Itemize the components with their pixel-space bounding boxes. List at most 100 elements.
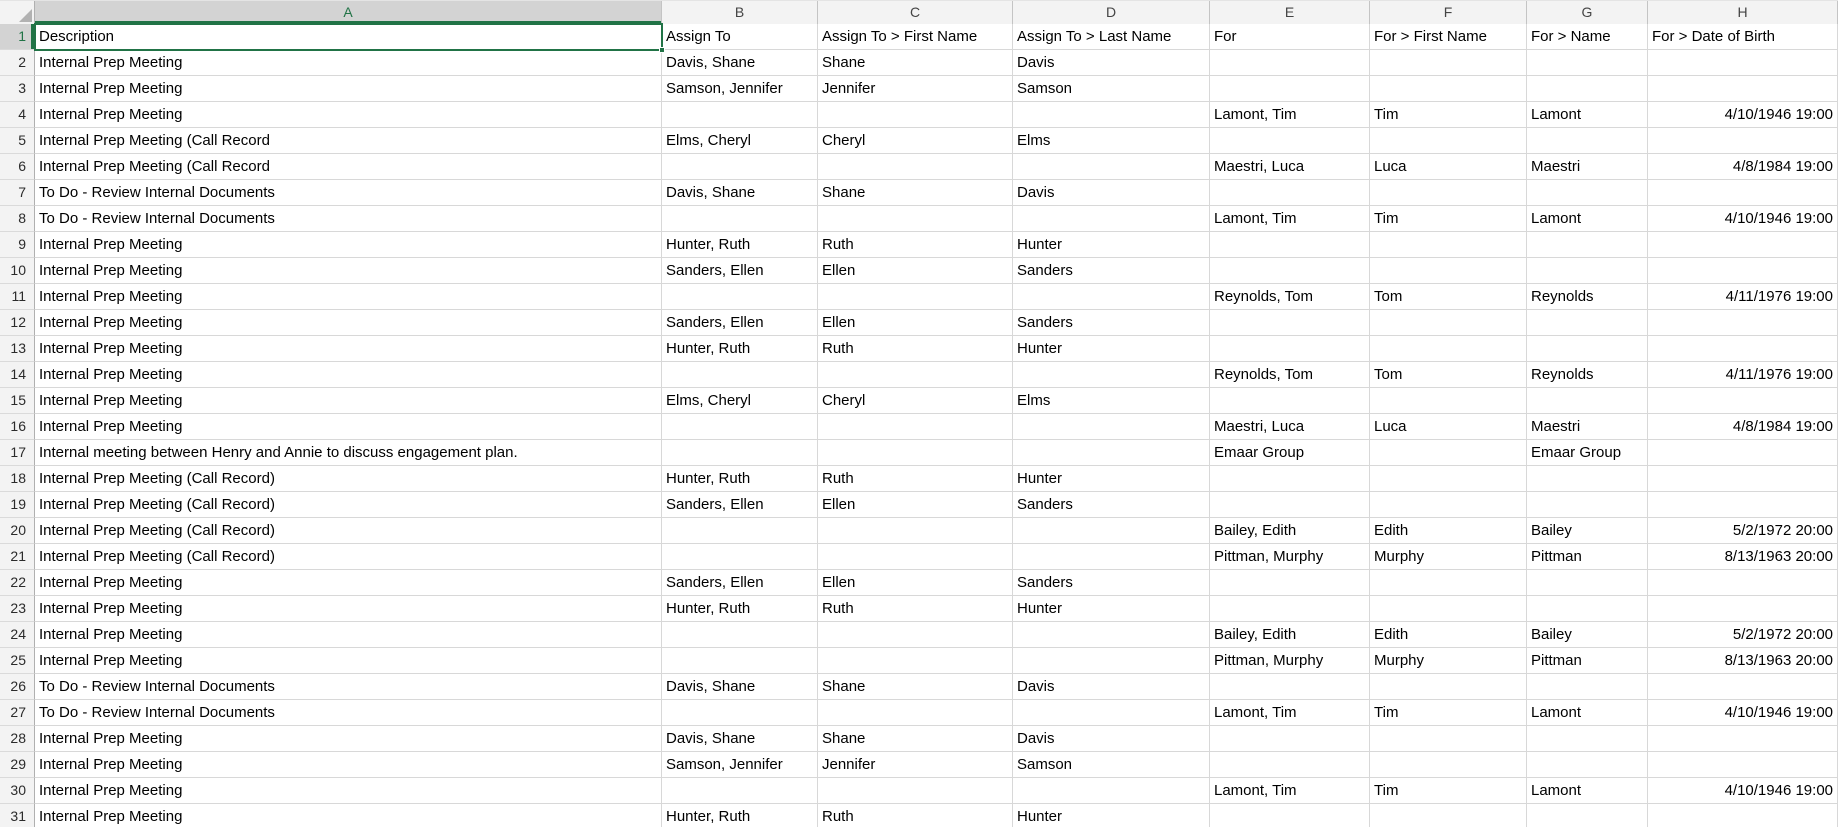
cell-A6[interactable]: Internal Prep Meeting (Call Record: [35, 154, 662, 180]
cell-F31[interactable]: [1370, 804, 1527, 827]
cell-D6[interactable]: [1013, 154, 1210, 180]
row-header-13[interactable]: 13: [0, 336, 35, 362]
cell-E7[interactable]: [1210, 180, 1370, 206]
cell-D1[interactable]: Assign To > Last Name: [1013, 24, 1210, 50]
cell-A20[interactable]: Internal Prep Meeting (Call Record): [35, 518, 662, 544]
cell-C31[interactable]: Ruth: [818, 804, 1013, 827]
cell-G30[interactable]: Lamont: [1527, 778, 1648, 804]
cell-B19[interactable]: Sanders, Ellen: [662, 492, 818, 518]
cell-D18[interactable]: Hunter: [1013, 466, 1210, 492]
cell-G29[interactable]: [1527, 752, 1648, 778]
cell-H22[interactable]: [1648, 570, 1838, 596]
cell-G21[interactable]: Pittman: [1527, 544, 1648, 570]
row-header-20[interactable]: 20: [0, 518, 35, 544]
cell-H18[interactable]: [1648, 466, 1838, 492]
cell-G31[interactable]: [1527, 804, 1648, 827]
cell-G25[interactable]: Pittman: [1527, 648, 1648, 674]
cell-G17[interactable]: Emaar Group: [1527, 440, 1648, 466]
cell-D14[interactable]: [1013, 362, 1210, 388]
cell-H6[interactable]: 4/8/1984 19:00: [1648, 154, 1838, 180]
row-header-4[interactable]: 4: [0, 102, 35, 128]
cell-H12[interactable]: [1648, 310, 1838, 336]
cell-F29[interactable]: [1370, 752, 1527, 778]
cell-E13[interactable]: [1210, 336, 1370, 362]
cell-D26[interactable]: Davis: [1013, 674, 1210, 700]
cell-G9[interactable]: [1527, 232, 1648, 258]
cell-B24[interactable]: [662, 622, 818, 648]
cell-F5[interactable]: [1370, 128, 1527, 154]
cell-H5[interactable]: [1648, 128, 1838, 154]
cell-A7[interactable]: To Do - Review Internal Documents: [35, 180, 662, 206]
cell-H29[interactable]: [1648, 752, 1838, 778]
cell-A12[interactable]: Internal Prep Meeting: [35, 310, 662, 336]
select-all-corner[interactable]: [0, 1, 35, 25]
cell-G19[interactable]: [1527, 492, 1648, 518]
cell-E14[interactable]: Reynolds, Tom: [1210, 362, 1370, 388]
cell-D31[interactable]: Hunter: [1013, 804, 1210, 827]
cell-H11[interactable]: 4/11/1976 19:00: [1648, 284, 1838, 310]
cell-C4[interactable]: [818, 102, 1013, 128]
cell-D7[interactable]: Davis: [1013, 180, 1210, 206]
cell-C16[interactable]: [818, 414, 1013, 440]
cell-F25[interactable]: Murphy: [1370, 648, 1527, 674]
cell-C7[interactable]: Shane: [818, 180, 1013, 206]
column-header-C[interactable]: C: [818, 1, 1013, 25]
row-header-31[interactable]: 31: [0, 804, 35, 827]
cell-F4[interactable]: Tim: [1370, 102, 1527, 128]
cell-B14[interactable]: [662, 362, 818, 388]
cell-B21[interactable]: [662, 544, 818, 570]
cell-D8[interactable]: [1013, 206, 1210, 232]
cell-F19[interactable]: [1370, 492, 1527, 518]
cell-B2[interactable]: Davis, Shane: [662, 50, 818, 76]
cell-G18[interactable]: [1527, 466, 1648, 492]
cell-E6[interactable]: Maestri, Luca: [1210, 154, 1370, 180]
cell-B28[interactable]: Davis, Shane: [662, 726, 818, 752]
cell-C19[interactable]: Ellen: [818, 492, 1013, 518]
cell-E8[interactable]: Lamont, Tim: [1210, 206, 1370, 232]
cell-F7[interactable]: [1370, 180, 1527, 206]
cell-D21[interactable]: [1013, 544, 1210, 570]
row-header-5[interactable]: 5: [0, 128, 35, 154]
cell-A21[interactable]: Internal Prep Meeting (Call Record): [35, 544, 662, 570]
cell-A4[interactable]: Internal Prep Meeting: [35, 102, 662, 128]
cell-F3[interactable]: [1370, 76, 1527, 102]
cell-F1[interactable]: For > First Name: [1370, 24, 1527, 50]
row-header-3[interactable]: 3: [0, 76, 35, 102]
cell-E10[interactable]: [1210, 258, 1370, 284]
cell-F23[interactable]: [1370, 596, 1527, 622]
cell-A3[interactable]: Internal Prep Meeting: [35, 76, 662, 102]
row-header-11[interactable]: 11: [0, 284, 35, 310]
cell-B20[interactable]: [662, 518, 818, 544]
cell-C10[interactable]: Ellen: [818, 258, 1013, 284]
cell-E19[interactable]: [1210, 492, 1370, 518]
cell-H9[interactable]: [1648, 232, 1838, 258]
cell-B6[interactable]: [662, 154, 818, 180]
cell-E17[interactable]: Emaar Group: [1210, 440, 1370, 466]
cell-A23[interactable]: Internal Prep Meeting: [35, 596, 662, 622]
cell-G16[interactable]: Maestri: [1527, 414, 1648, 440]
cell-D17[interactable]: [1013, 440, 1210, 466]
cell-H24[interactable]: 5/2/1972 20:00: [1648, 622, 1838, 648]
cell-C29[interactable]: Jennifer: [818, 752, 1013, 778]
cell-E3[interactable]: [1210, 76, 1370, 102]
cell-E25[interactable]: Pittman, Murphy: [1210, 648, 1370, 674]
cell-G8[interactable]: Lamont: [1527, 206, 1648, 232]
cell-G15[interactable]: [1527, 388, 1648, 414]
cell-C8[interactable]: [818, 206, 1013, 232]
cell-B15[interactable]: Elms, Cheryl: [662, 388, 818, 414]
cell-E18[interactable]: [1210, 466, 1370, 492]
cell-B12[interactable]: Sanders, Ellen: [662, 310, 818, 336]
cell-C13[interactable]: Ruth: [818, 336, 1013, 362]
cell-A26[interactable]: To Do - Review Internal Documents: [35, 674, 662, 700]
cell-C25[interactable]: [818, 648, 1013, 674]
column-header-F[interactable]: F: [1370, 1, 1527, 25]
cell-H2[interactable]: [1648, 50, 1838, 76]
cell-F28[interactable]: [1370, 726, 1527, 752]
cell-E24[interactable]: Bailey, Edith: [1210, 622, 1370, 648]
cell-F30[interactable]: Tim: [1370, 778, 1527, 804]
cell-C12[interactable]: Ellen: [818, 310, 1013, 336]
cell-F17[interactable]: [1370, 440, 1527, 466]
column-header-E[interactable]: E: [1210, 1, 1370, 25]
cell-F12[interactable]: [1370, 310, 1527, 336]
cell-C5[interactable]: Cheryl: [818, 128, 1013, 154]
